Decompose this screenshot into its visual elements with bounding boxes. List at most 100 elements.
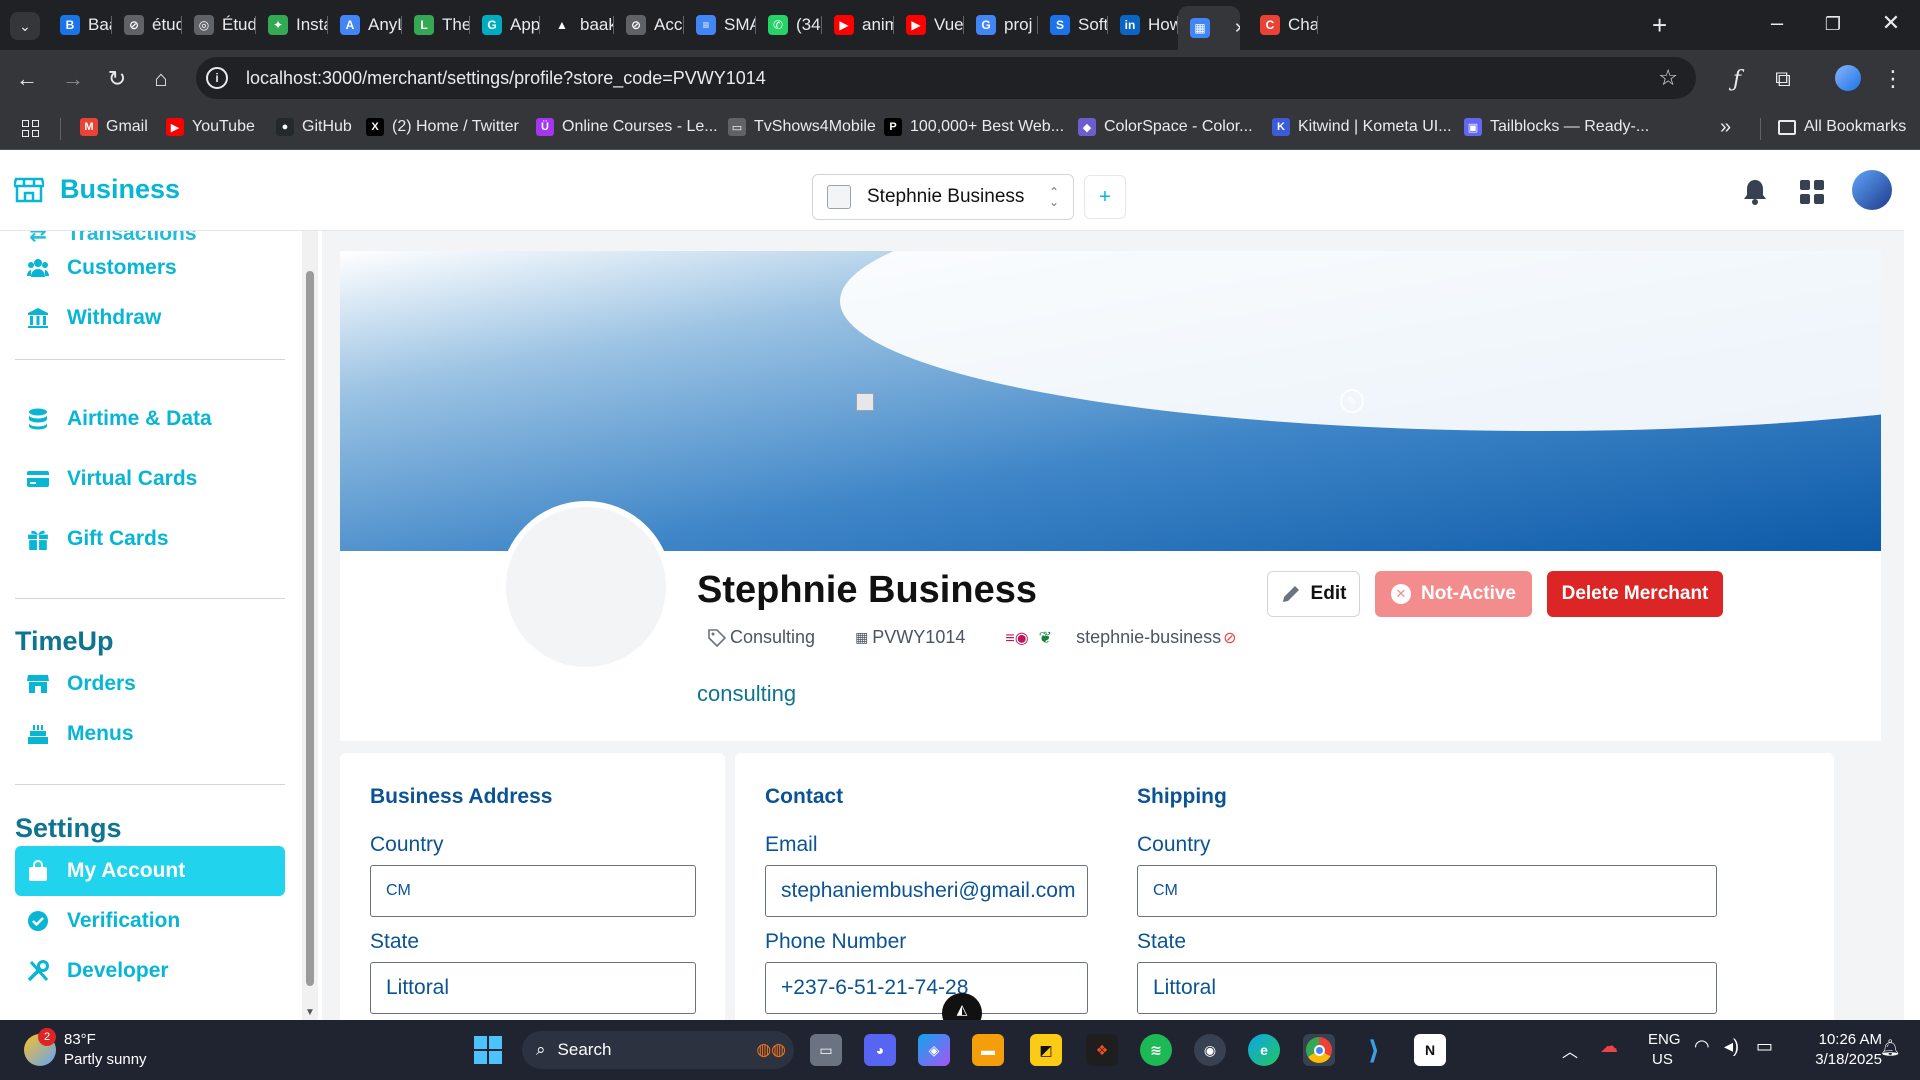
sidebar-item-withdraw[interactable]: Withdraw [15,293,285,343]
volume-icon[interactable]: ◂) [1724,1036,1739,1057]
wifi-icon[interactable]: ◠ [1694,1036,1710,1057]
browser-tab[interactable]: ▦✕ [1178,6,1240,50]
maximize-button[interactable]: ❐ [1810,14,1856,35]
reload-button[interactable]: ↻ [102,64,132,94]
browser-tab[interactable]: S Softv [1038,8,1108,42]
browser-tab[interactable]: ✆ (34) [756,8,822,42]
language-label[interactable]: ENG [1648,1031,1681,1048]
bookmark-item[interactable]: M Gmail [80,118,148,136]
clock-time[interactable]: 10:26 AM [1780,1031,1882,1048]
file-explorer-icon[interactable]: ▬ [972,1034,1004,1066]
scroll-down-arrow-icon[interactable]: ▼ [305,1007,315,1018]
browser-tab[interactable]: ≡ SMA [684,8,756,42]
phone-input[interactable]: +237-6-51-21-74-28 [765,962,1088,1014]
sidebar-item-orders[interactable]: Orders [15,659,285,709]
windows-start-icon[interactable] [474,1036,502,1064]
business-state-input[interactable]: Littoral [370,962,696,1014]
edit-cover-icon[interactable]: ✎ [1340,389,1364,413]
task-view-icon[interactable]: ▭ [810,1034,842,1066]
sidebar-item-airtime-data[interactable]: Airtime & Data [15,394,285,444]
address-bar[interactable]: i localhost:3000/merchant/settings/profi… [196,57,1696,99]
sidebar-item-menus[interactable]: Menus [15,709,285,759]
sidebar-item-my-account[interactable]: My Account [15,846,285,896]
region-label[interactable]: US [1652,1051,1673,1068]
close-tab-icon[interactable]: ✕ [1234,19,1240,37]
new-tab-button[interactable]: + [1652,10,1667,41]
minimize-button[interactable]: – [1754,10,1800,36]
discord-icon[interactable]: ◕ [864,1034,896,1066]
bookmark-item[interactable]: P 100,000+ Best Web... [884,118,1064,136]
store-selector[interactable]: Stephnie Business ⌃ ⌄ [812,174,1074,220]
browser-tab[interactable]: A AnyL [328,8,402,42]
bookmark-item[interactable]: ▶ YouTube [166,118,255,136]
taskbar-search[interactable]: ⌕ Search ◍◍ [522,1031,794,1069]
sidebar-item-gift-cards[interactable]: Gift Cards [15,514,285,564]
apps-grid-icon[interactable] [1800,180,1824,204]
add-store-button[interactable]: + [1084,175,1126,219]
clock-date[interactable]: 3/18/2025 [1780,1051,1882,1068]
browser-menu-icon[interactable]: ⋮ [1878,64,1908,94]
shipping-state-input[interactable]: Littoral [1137,962,1717,1014]
browser-tab[interactable]: ▶ Vue [894,8,964,42]
bookmark-item[interactable]: ▭ TvShows4Mobile [728,118,876,136]
sidebar-item-virtual-cards[interactable]: Virtual Cards [15,454,285,504]
battery-icon[interactable]: ▭ [1756,1036,1773,1057]
email-input[interactable]: stephaniembusheri@gmail.com [765,865,1088,917]
browser-tab[interactable]: Gproj [964,8,1038,42]
chevron-up-icon[interactable]: ︿ [1562,1038,1578,1062]
onedrive-icon[interactable]: ☁ [1600,1036,1618,1057]
bookmark-item[interactable]: ● GitHub [276,118,352,136]
business-logo[interactable] [500,501,672,673]
browser-tab[interactable]: ◎ Étud [182,8,256,42]
shipping-country-input[interactable]: CM [1137,865,1717,917]
browser-tab[interactable]: ⊘ Acco [614,8,684,42]
bookmark-item[interactable]: ◆ ColorSpace - Color... [1078,118,1253,136]
edge-icon[interactable]: e [1248,1034,1280,1066]
url-text[interactable]: localhost:3000/merchant/settings/profile… [246,68,766,89]
apps-grid-icon[interactable] [22,120,39,137]
bookmark-item[interactable]: X (2) Home / Twitter [366,118,519,136]
bookmark-item[interactable]: K Kitwind | Kometa UI... [1272,118,1452,136]
browser-tab[interactable]: ▲ baak [540,8,614,42]
browser-tab[interactable]: ✦ Insta [256,8,328,42]
browser-tab[interactable]: G Appl [470,8,540,42]
home-button[interactable]: ⌂ [146,64,176,94]
delete-merchant-button[interactable]: Delete Merchant [1547,571,1723,617]
bookmark-item[interactable]: ▣ Tailblocks — Ready-... [1464,118,1649,136]
profile-avatar[interactable] [1835,65,1861,91]
browser-tab[interactable]: in How [1108,8,1178,42]
notification-bell-icon[interactable]: 🔔︎ [1880,1038,1900,1058]
bell-icon[interactable] [1742,178,1768,206]
browser-tab[interactable]: ⊘ étud [112,8,182,42]
more-bookmarks-icon[interactable]: » [1720,116,1731,139]
function-extension-icon[interactable]: ƒ [1722,64,1752,94]
brand[interactable]: Business [14,174,180,205]
chrome-icon[interactable] [1303,1034,1335,1066]
vscode-icon[interactable]: ⟩ [1358,1034,1390,1066]
all-bookmarks-button[interactable]: All Bookmarks [1778,118,1906,136]
business-country-input[interactable]: CM [370,865,696,917]
edit-profile-button[interactable]: Edit [1267,571,1360,617]
bookmark-star-icon[interactable]: ☆ [1658,65,1678,91]
site-info-icon[interactable]: i [206,67,228,89]
browser-tab[interactable]: B Baak [48,8,112,42]
sidebar-item-verification[interactable]: Verification [15,896,285,946]
sidebar-scroll-thumb[interactable] [306,271,314,986]
close-window-button[interactable]: ✕ [1868,10,1914,36]
forward-button[interactable]: → [58,64,88,94]
spotify-icon[interactable]: ≋ [1140,1034,1172,1066]
sidebar-item-developer[interactable]: Developer [15,946,285,996]
tab-search-button[interactable]: ⌄ [10,12,40,40]
figma-icon[interactable]: ❖ [1086,1034,1118,1066]
copilot-icon[interactable]: ◈ [918,1034,950,1066]
extensions-icon[interactable]: ⧉ [1768,64,1798,94]
obs-icon[interactable]: ◉ [1194,1034,1226,1066]
sidebar-scrollbar[interactable]: ▼ [302,231,318,1020]
sidebar-item-customers[interactable]: Customers [15,243,285,293]
browser-tab[interactable]: L The [402,8,470,42]
notion-icon[interactable]: N [1414,1034,1446,1066]
user-avatar[interactable] [1852,170,1892,210]
status-not-active-button[interactable]: ✕ Not-Active [1375,571,1532,617]
back-button[interactable]: ← [12,64,42,94]
bookmark-item[interactable]: Ü Online Courses - Le... [536,118,718,136]
